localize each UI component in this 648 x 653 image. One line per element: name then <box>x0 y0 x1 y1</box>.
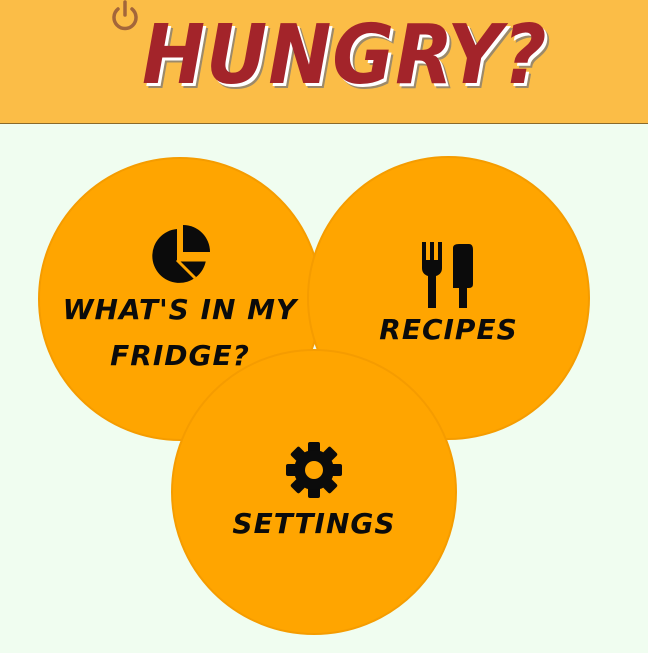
settings-label: SETTINGS <box>232 507 396 540</box>
power-button[interactable] <box>108 0 142 34</box>
app-header: HUNGRY? <box>0 0 648 124</box>
recipes-label: RECIPES <box>379 313 518 346</box>
app-title: HUNGRY? <box>142 8 548 103</box>
fork-knife-icon <box>422 242 473 308</box>
power-icon <box>112 0 138 31</box>
pie-chart-icon <box>152 225 210 283</box>
label-line-2: FRIDGE? <box>110 339 250 372</box>
label-line-1: WHAT'S IN MY <box>62 293 298 326</box>
settings-button[interactable]: SETTINGS <box>171 349 457 635</box>
gear-icon <box>286 442 342 498</box>
